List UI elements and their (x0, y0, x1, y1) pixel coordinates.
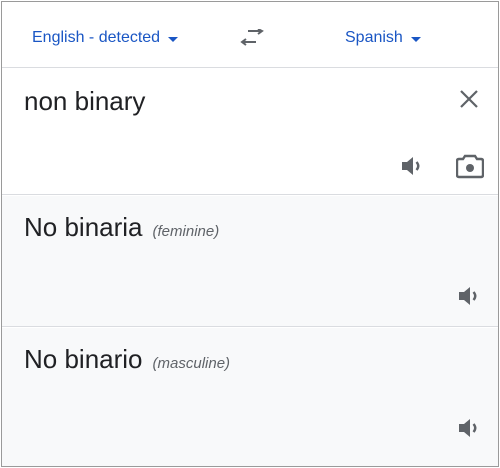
translate-panel: English - detected Spanish non binary No… (1, 1, 499, 467)
target-language-label: Spanish (345, 29, 403, 46)
source-language-selector[interactable]: English - detected (32, 27, 179, 49)
chevron-down-icon (168, 36, 179, 42)
source-language-label: English - detected (32, 29, 161, 46)
speaker-icon (402, 157, 420, 175)
clear-text-button[interactable] (456, 86, 482, 112)
camera-button[interactable] (456, 153, 484, 179)
gender-label: (feminine) (152, 223, 220, 240)
speaker-icon (459, 419, 477, 437)
translation-result: No binaria (feminine) (2, 196, 498, 327)
chevron-down-icon (410, 36, 421, 42)
close-icon (460, 90, 478, 108)
language-bar: English - detected Spanish (2, 2, 498, 68)
listen-source-button[interactable] (399, 154, 427, 178)
listen-result-button[interactable] (456, 284, 484, 308)
swap-languages-icon (240, 29, 264, 46)
camera-icon (456, 154, 484, 179)
speaker-icon (459, 287, 477, 305)
source-input-area[interactable]: non binary (2, 68, 498, 195)
listen-result-button[interactable] (456, 416, 484, 440)
result-text[interactable]: No binario (24, 344, 143, 375)
swap-languages-button[interactable] (238, 27, 266, 49)
result-line: No binaria (feminine) (24, 212, 219, 243)
result-line: No binario (masculine) (24, 344, 230, 375)
result-text[interactable]: No binaria (24, 212, 143, 243)
gender-label: (masculine) (152, 355, 231, 372)
source-text[interactable]: non binary (24, 86, 145, 117)
target-language-selector[interactable]: Spanish (345, 27, 421, 49)
translation-result: No binario (masculine) (2, 328, 498, 466)
